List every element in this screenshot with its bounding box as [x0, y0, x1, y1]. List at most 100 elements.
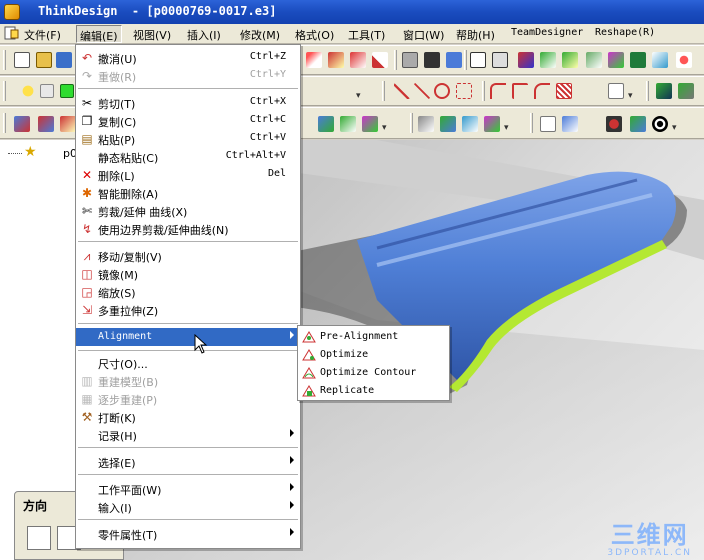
menu-item-undo[interactable]: ↶ 撤消(U) Ctrl+Z — [76, 49, 300, 67]
toolbar-grip[interactable] — [464, 50, 467, 70]
menu-item-static-paste[interactable]: 静态粘贴(C) Ctrl+Alt+V — [76, 148, 300, 166]
blend-icon[interactable] — [608, 52, 624, 68]
menu-item-alignment[interactable]: Alignment — [76, 328, 300, 346]
solid-box-icon[interactable] — [656, 83, 672, 99]
menu-item-multi-stretch[interactable]: ⇲ 多重拉伸(Z) — [76, 301, 300, 319]
open-folder-icon[interactable] — [36, 52, 52, 68]
menu-item-replicate[interactable]: Replicate — [298, 382, 449, 400]
toolbar-grip[interactable] — [3, 50, 6, 70]
menu-item-mirror[interactable]: ◫ 镜像(M) — [76, 265, 300, 283]
chevron-down-icon[interactable]: ▾ — [672, 123, 677, 133]
surface-offset-icon[interactable] — [340, 116, 356, 132]
toolbar-grip[interactable] — [3, 113, 6, 133]
new-file-icon[interactable] — [14, 52, 30, 68]
solid-extrude-icon[interactable] — [678, 83, 694, 99]
surface-patch-icon[interactable] — [318, 116, 334, 132]
menu-item-boundary-trim[interactable]: ↯ 使用边界剪裁/延伸曲线(N) — [76, 220, 300, 238]
menu-item-trim-extend[interactable]: ✄ 剪裁/延伸 曲线(X) — [76, 202, 300, 220]
fillet-icon[interactable] — [490, 83, 506, 99]
chevron-down-icon[interactable]: ▾ — [504, 123, 509, 133]
corner-icon[interactable] — [512, 83, 528, 99]
toolbar-grip[interactable] — [646, 81, 649, 101]
circle-tool-icon[interactable] — [434, 83, 450, 99]
chevron-down-icon[interactable]: ▾ — [628, 91, 633, 101]
line-draw-icon[interactable] — [414, 83, 430, 99]
menu-item-copy[interactable]: ❐ 复制(C) Ctrl+C — [76, 112, 300, 130]
triangle-icon[interactable] — [562, 116, 578, 132]
menu-insert[interactable]: 插入(I) — [187, 27, 221, 43]
analysis-icon[interactable] — [440, 116, 456, 132]
line-tool-icon[interactable] — [372, 52, 388, 68]
menu-item-step-rebuild[interactable]: ▦ 逐步重建(P) — [76, 390, 300, 408]
surface-sweep-icon[interactable] — [60, 116, 76, 132]
render-icon[interactable] — [652, 52, 668, 68]
toolbar-grip[interactable] — [482, 81, 485, 101]
toolbar-grip[interactable] — [3, 81, 6, 101]
screen-icon[interactable] — [446, 52, 462, 68]
menu-item-pre-alignment[interactable]: Pre-Alignment — [298, 328, 449, 346]
menu-item-input[interactable]: 输入(I) — [76, 498, 300, 516]
toolbar-grip[interactable] — [410, 113, 413, 133]
menu-item-paste[interactable]: ▤ 粘贴(P) Ctrl+V — [76, 130, 300, 148]
menu-item-rebuild[interactable]: ▥ 重建模型(B) — [76, 372, 300, 390]
menu-file[interactable]: 文件(F) — [24, 27, 61, 43]
shape-icon[interactable] — [562, 52, 578, 68]
chevron-down-icon[interactable]: ▾ — [382, 123, 387, 133]
pen-icon[interactable] — [306, 52, 322, 68]
menu-item-select[interactable]: 选择(E) — [76, 453, 300, 471]
menu-item-cut[interactable]: ✂ 剪切(T) Ctrl+X — [76, 94, 300, 112]
rectangle-tool-icon[interactable] — [456, 83, 472, 99]
table-icon[interactable] — [608, 83, 624, 99]
tree-icon[interactable] — [586, 52, 602, 68]
arc-tool-icon[interactable] — [394, 83, 410, 99]
menu-reshape[interactable]: Reshape(R) — [595, 27, 655, 38]
menu-help[interactable]: 帮助(H) — [456, 27, 495, 43]
menu-format[interactable]: 格式(O) — [295, 27, 334, 43]
star-icon[interactable]: ★ — [24, 144, 37, 160]
wrench-icon[interactable] — [418, 116, 434, 132]
toolbar-grip[interactable] — [530, 113, 533, 133]
ball-icon[interactable] — [606, 116, 622, 132]
page-icon[interactable] — [540, 116, 556, 132]
document-icon[interactable] — [3, 26, 19, 40]
menu-view[interactable]: 视图(V) — [133, 27, 171, 43]
solid-icon[interactable] — [630, 52, 646, 68]
layer-color-icon[interactable] — [60, 84, 74, 98]
toolbar-grip[interactable] — [394, 50, 397, 70]
menu-item-optimize-contour[interactable]: Optimize Contour — [298, 364, 449, 382]
menu-item-redo[interactable]: ↷ 重做(R) Ctrl+Y — [76, 67, 300, 85]
toolbar-grip[interactable] — [382, 81, 385, 101]
hatch-icon[interactable] — [556, 83, 572, 99]
menu-item-scale[interactable]: ◲ 缩放(S) — [76, 283, 300, 301]
yinyang-icon[interactable] — [652, 116, 668, 132]
menu-edit[interactable]: 编辑(E) — [76, 25, 122, 43]
menu-item-move-copy[interactable]: ⩘ 移动/复制(V) — [76, 247, 300, 265]
zebra-icon[interactable] — [484, 116, 500, 132]
curvature-icon[interactable] — [462, 116, 478, 132]
surface-fill-icon[interactable] — [362, 116, 378, 132]
surface-loft-icon[interactable] — [38, 116, 54, 132]
edit-tool-icon[interactable] — [350, 52, 366, 68]
target-icon[interactable] — [676, 52, 692, 68]
surface-blend-icon[interactable] — [14, 116, 30, 132]
menu-item-dimension[interactable]: 尺寸(O)... — [76, 354, 300, 372]
chevron-down-icon[interactable]: ▾ — [356, 91, 361, 101]
menu-item-smart-delete[interactable]: ✱ 智能删除(A) — [76, 184, 300, 202]
menu-modify[interactable]: 修改(M) — [240, 27, 280, 43]
round-corner-icon[interactable] — [534, 83, 550, 99]
menu-item-optimize[interactable]: Optimize — [298, 346, 449, 364]
menu-item-part-properties[interactable]: 零件属性(T) — [76, 525, 300, 543]
magnet-icon[interactable] — [518, 52, 534, 68]
cube-icon[interactable] — [470, 52, 486, 68]
menu-item-delete[interactable]: ✕ 删除(L) Del — [76, 166, 300, 184]
menu-teamdesigner[interactable]: TeamDesigner — [511, 27, 583, 38]
window-icon[interactable] — [402, 52, 418, 68]
cube-outline-icon[interactable] — [492, 52, 508, 68]
menu-window[interactable]: 窗口(W) — [403, 27, 444, 43]
clapper-icon[interactable] — [424, 52, 440, 68]
menu-item-record[interactable]: 记录(H) — [76, 426, 300, 444]
cut-tool-icon[interactable] — [328, 52, 344, 68]
mesh-icon[interactable] — [630, 116, 646, 132]
menu-item-break[interactable]: ⚒ 打断(K) — [76, 408, 300, 426]
direction-back-icon[interactable] — [27, 526, 51, 550]
